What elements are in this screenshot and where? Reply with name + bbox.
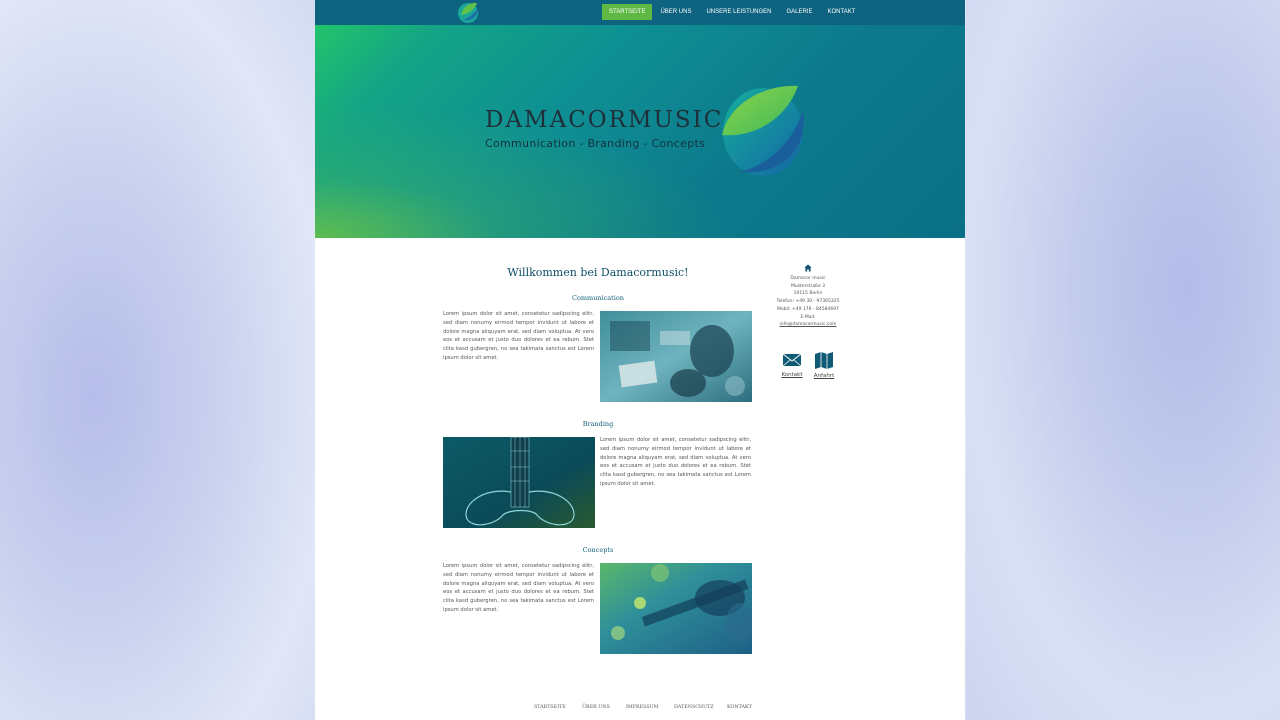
photo-branding bbox=[443, 437, 595, 528]
home-icon bbox=[804, 264, 812, 272]
kontakt-label: Kontakt bbox=[781, 372, 803, 378]
footer-link-ueber-uns[interactable]: ÜBER UNS bbox=[582, 705, 610, 710]
sidebar-street: Musterstraße 3 bbox=[790, 283, 826, 289]
nav-item-startseite[interactable]: STARTSEITE bbox=[602, 4, 653, 20]
hero-logo-icon bbox=[722, 85, 804, 176]
nav-item-galerie[interactable]: GALERIE bbox=[779, 4, 819, 20]
nav-item-unsere-leistungen[interactable]: UNSERE LEISTUNGEN bbox=[699, 4, 778, 20]
section-text-branding: Lorem ipsum dolor sit amet, consetetur s… bbox=[600, 437, 751, 487]
hero-banner: DAMACORMUSIC Communication - Branding - … bbox=[315, 25, 965, 238]
page: STARTSEITE ÜBER UNS UNSERE LEISTUNGEN GA… bbox=[315, 0, 965, 720]
sidebar-company: Damacor music bbox=[790, 276, 826, 281]
nav-item-ueber-uns[interactable]: ÜBER UNS bbox=[653, 4, 698, 20]
anfahrt-link[interactable]: Anfahrt bbox=[811, 351, 837, 379]
sidebar-contact-info: Damacor music Musterstraße 3 10115 Berli… bbox=[765, 264, 851, 329]
section-text-concepts: Lorem ipsum dolor sit amet, consetetur s… bbox=[443, 563, 594, 613]
hero-subtitle: Communication - Branding - Concepts bbox=[485, 137, 706, 150]
footer-link-startseite[interactable]: STARTSEITE bbox=[534, 705, 566, 710]
nav-menu: STARTSEITE ÜBER UNS UNSERE LEISTUNGEN GA… bbox=[602, 4, 863, 20]
anfahrt-label: Anfahrt bbox=[813, 373, 835, 379]
photo-communication bbox=[600, 311, 752, 402]
footer-nav: STARTSEITE ÜBER UNS IMPRESSUM DATENSCHUT… bbox=[315, 702, 965, 716]
sidebar-email-link[interactable]: info@damacormusic.com bbox=[765, 321, 851, 329]
background-left bbox=[0, 0, 315, 720]
map-icon bbox=[815, 352, 833, 369]
photo-concepts bbox=[600, 563, 752, 654]
sidebar-phone: Telefon: +49 30 - 97365325 bbox=[776, 299, 840, 305]
top-navigation: STARTSEITE ÜBER UNS UNSERE LEISTUNGEN GA… bbox=[315, 0, 965, 25]
brand-logo-icon[interactable] bbox=[455, 0, 481, 25]
nav-item-kontakt[interactable]: KONTAKT bbox=[821, 4, 863, 20]
footer-link-kontakt[interactable]: KONTAKT bbox=[727, 705, 752, 710]
section-title-branding: Branding bbox=[582, 420, 614, 428]
sidebar-city: 10115 Berlin bbox=[793, 291, 823, 297]
footer-link-impressum[interactable]: IMPRESSUM bbox=[626, 705, 659, 710]
mail-icon bbox=[782, 353, 802, 367]
hero-title: DAMACORMUSIC bbox=[485, 107, 724, 133]
section-title-concepts: Concepts bbox=[582, 546, 614, 554]
section-text-communication: Lorem ipsum dolor sit amet, consetetur s… bbox=[443, 311, 594, 361]
sidebar-email-label: E-Mail: bbox=[800, 314, 816, 320]
footer-link-datenschutz[interactable]: DATENSCHUTZ bbox=[674, 705, 714, 710]
kontakt-link[interactable]: Kontakt bbox=[779, 352, 805, 378]
sidebar-mobile: Mobil: +49 176 - 84584697 bbox=[777, 306, 839, 312]
section-title-communication: Communication bbox=[572, 294, 624, 302]
background-right bbox=[966, 0, 1280, 720]
welcome-heading: Willkommen bei Damacormusic! bbox=[507, 266, 689, 279]
